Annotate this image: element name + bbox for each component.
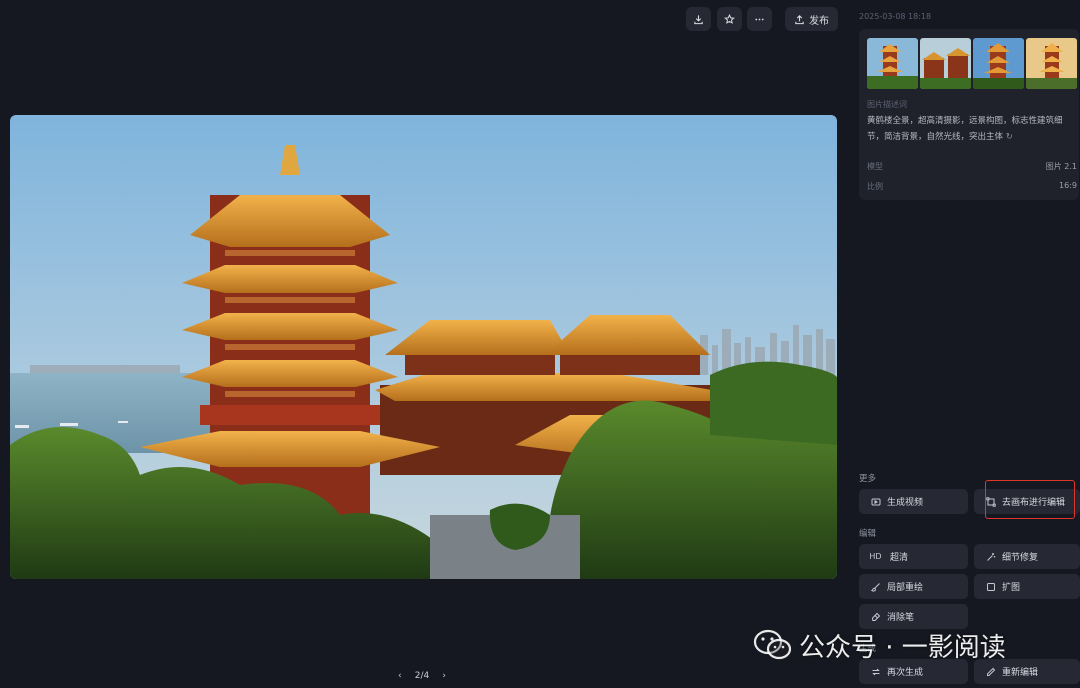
star-icon xyxy=(724,13,735,24)
hd-button[interactable]: HD 超清 xyxy=(859,544,968,569)
highlight-box xyxy=(985,480,1075,519)
publish-button[interactable]: 发布 xyxy=(785,7,838,31)
thumbnail-3[interactable] xyxy=(973,38,1024,89)
next-page-icon[interactable]: › xyxy=(442,671,446,681)
model-value: 图片 2.1 xyxy=(1045,162,1077,171)
more-icon xyxy=(755,18,764,20)
thumbnail-2[interactable] xyxy=(920,38,971,89)
info-card: 图片描述词 黄鹤楼全景，超高清摄影，远景构图，标志性建筑细节，简洁背景，自然光线… xyxy=(859,29,1079,200)
eraser-icon xyxy=(870,612,881,622)
refresh-icon xyxy=(870,667,881,677)
ratio-value: 16:9 xyxy=(1059,181,1077,190)
re-edit-label: 重新编辑 xyxy=(1002,668,1039,678)
generated-image xyxy=(10,115,837,579)
generation-timestamp: 2025-03-08 18:18 xyxy=(859,12,932,21)
ratio-row: 比例 16:9 xyxy=(867,181,1077,192)
hd-icon: HD xyxy=(869,552,882,561)
generate-video-button[interactable]: 生成视频 xyxy=(859,489,968,514)
image-pager: ‹ 2/4 › xyxy=(398,669,446,683)
wechat-icon xyxy=(753,629,792,660)
local-redraw-label: 局部重绘 xyxy=(887,583,924,593)
watermark: 公众号 · 一影阅读 xyxy=(753,625,1006,665)
page-indicator: 2/4 xyxy=(414,671,430,681)
regenerate-label: 再次生成 xyxy=(887,668,924,678)
generate-video-label: 生成视频 xyxy=(887,498,924,508)
detail-fix-button[interactable]: 细节修复 xyxy=(974,544,1080,569)
expand-label: 扩图 xyxy=(1002,583,1021,593)
download-button[interactable] xyxy=(686,7,711,31)
more-button[interactable] xyxy=(747,7,772,31)
publish-label: 发布 xyxy=(809,15,829,27)
favorite-button[interactable] xyxy=(717,7,742,31)
edit-section-label: 编辑 xyxy=(859,529,877,539)
watermark-text: 公众号 · 一影阅读 xyxy=(799,632,1006,663)
copy-icon[interactable]: ↻ xyxy=(1006,132,1013,142)
detail-fix-label: 细节修复 xyxy=(1002,553,1039,563)
thumbnail-1[interactable] xyxy=(867,38,918,89)
brush-icon xyxy=(870,582,881,592)
prompt-label: 图片描述词 xyxy=(867,100,907,109)
upload-icon xyxy=(795,14,804,24)
prompt-text: 黄鹤楼全景，超高清摄影，远景构图，标志性建筑细节，简洁背景，自然光线，突出主体 … xyxy=(867,113,1072,145)
thumbnail-strip xyxy=(867,38,1077,89)
more-section-label: 更多 xyxy=(859,474,877,484)
ratio-label: 比例 xyxy=(867,182,883,191)
magic-wand-icon xyxy=(985,552,996,562)
prev-page-icon[interactable]: ‹ xyxy=(398,671,402,681)
hd-label: 超清 xyxy=(890,553,909,563)
prompt-text-content: 黄鹤楼全景，超高清摄影，远景构图，标志性建筑细节，简洁背景，自然光线，突出主体 xyxy=(867,116,1063,142)
local-redraw-button[interactable]: 局部重绘 xyxy=(859,574,968,599)
expand-icon xyxy=(985,582,996,592)
pencil-icon xyxy=(985,667,996,677)
model-label: 模型 xyxy=(867,162,883,171)
model-row: 模型 图片 2.1 xyxy=(867,161,1077,172)
thumbnail-4[interactable] xyxy=(1026,38,1077,89)
eraser-label: 消除笔 xyxy=(887,613,915,623)
expand-button[interactable]: 扩图 xyxy=(974,574,1080,599)
video-icon xyxy=(870,497,881,507)
download-icon xyxy=(694,14,703,24)
